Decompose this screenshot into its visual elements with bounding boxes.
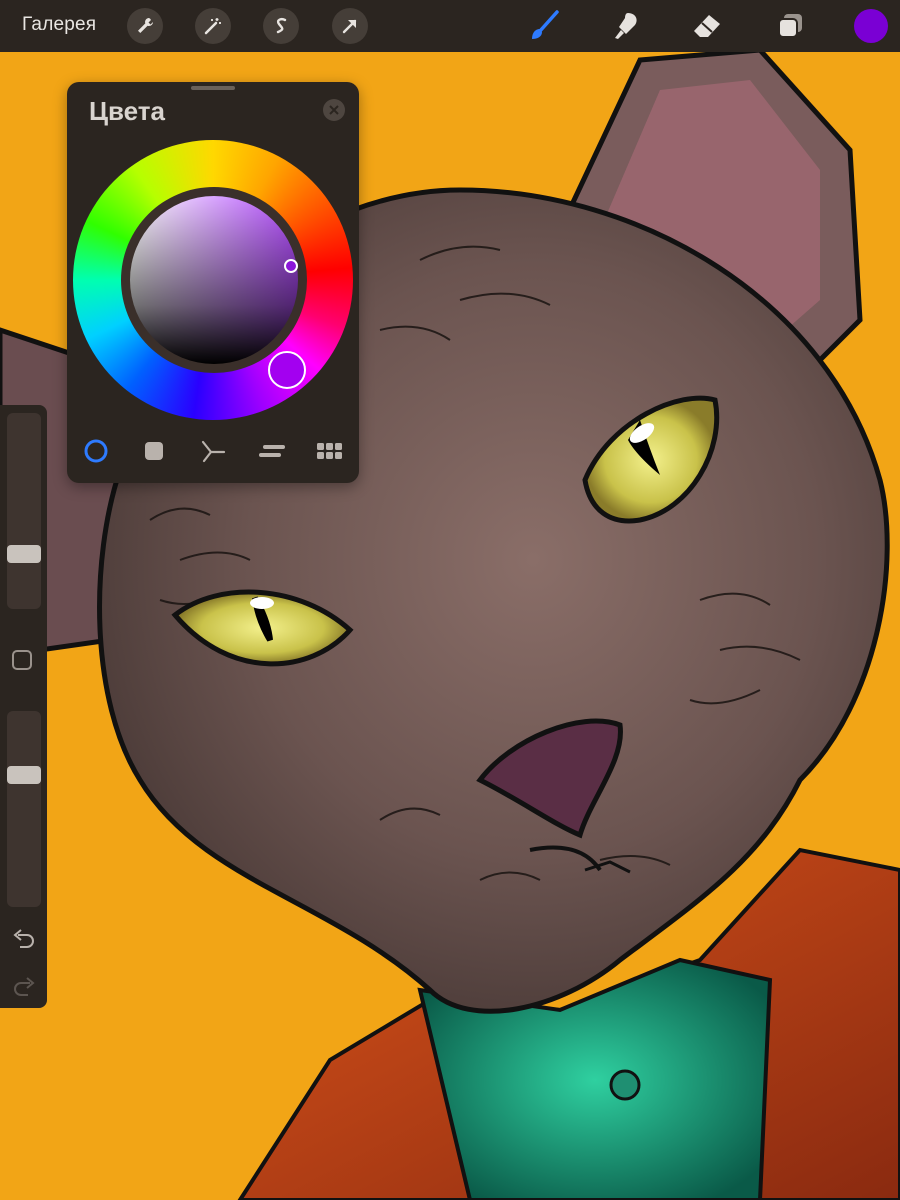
palettes-mode-icon [317,443,342,459]
adjustments-button[interactable] [195,8,231,44]
transform-arrow-icon [342,19,357,34]
wrench-icon [138,18,153,33]
brush-size-slider[interactable] [7,413,41,609]
redo-button[interactable] [10,975,38,999]
brush-icon [532,10,559,39]
magic-wand-icon [204,18,221,35]
tab-value[interactable] [255,438,289,464]
opacity-slider[interactable] [7,711,41,907]
undo-icon [13,929,34,948]
tab-disc[interactable] [79,438,113,464]
undo-button[interactable] [10,927,38,951]
hue-picker-knob[interactable] [268,351,306,389]
close-button[interactable] [323,99,345,121]
smudge-icon [615,13,637,39]
tab-harmony[interactable] [196,438,230,464]
saturation-disc[interactable] [130,196,298,364]
classic-mode-icon [145,442,163,460]
value-mode-icon [259,445,285,457]
gallery-button[interactable]: Галерея [22,14,96,36]
brush-size-slider-thumb[interactable] [7,545,41,563]
eraser-tool-button[interactable] [687,8,727,44]
panel-drag-handle[interactable] [191,86,235,90]
left-sidebar [0,405,47,1008]
selection-s-icon [276,18,287,34]
actions-button[interactable] [127,8,163,44]
opacity-slider-thumb[interactable] [7,766,41,784]
layers-button[interactable] [770,8,810,44]
tab-palettes[interactable] [313,438,347,464]
transform-button[interactable] [332,8,368,44]
colors-panel: Цвета [67,82,359,483]
layers-icon [778,14,802,38]
modify-button[interactable] [12,650,32,670]
hue-color-wheel[interactable] [73,140,353,420]
current-color-button[interactable] [854,9,888,43]
top-toolbar: Галерея [0,0,900,52]
tab-classic[interactable] [137,438,171,464]
saturation-picker-knob[interactable] [284,259,298,273]
smudge-tool-button[interactable] [606,8,646,44]
harmony-mode-icon [201,440,226,463]
selection-button[interactable] [263,8,299,44]
brush-tool-button[interactable] [524,8,564,44]
redo-icon [14,977,35,996]
close-icon [329,105,339,115]
disc-mode-icon [84,439,108,463]
eraser-icon [694,15,720,37]
panel-title: Цвета [89,96,165,126]
